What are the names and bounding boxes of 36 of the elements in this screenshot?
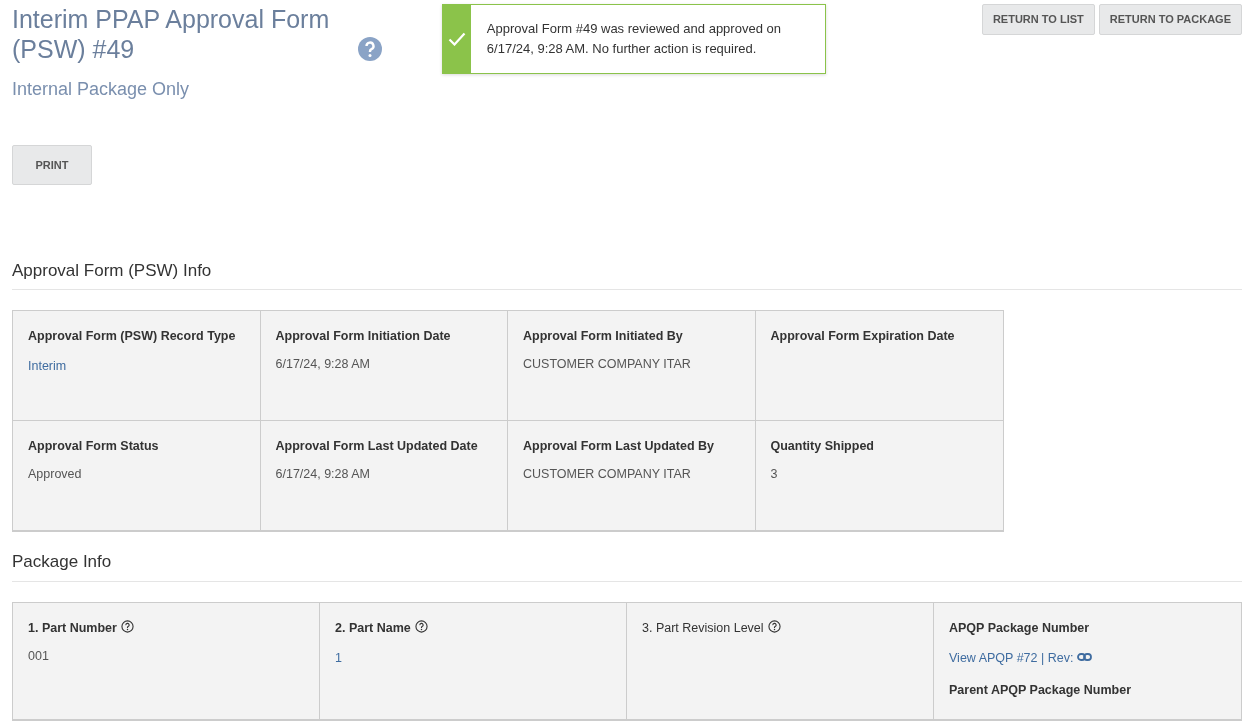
notification-message: Approval Form #49 was reviewed and approved on 6/17/24, 9:28 AM. No further action is required. [485, 20, 782, 59]
help-icon[interactable] [414, 619, 428, 633]
field-value: 3 [770, 466, 779, 484]
field-label: APQP Package Number [949, 620, 1090, 635]
field-label: Approval Form (PSW) Record Type [28, 329, 236, 344]
nav-button[interactable]: RETURN TO LIST [981, 4, 1095, 35]
field-link[interactable]: 1 [335, 648, 342, 668]
page-title: Interim PPAP Approval Form (PSW) #49 [12, 4, 331, 64]
field-label: Approval Form Status [28, 439, 159, 454]
field-label: 1. Part Number [28, 620, 117, 635]
field-value: CUSTOMER COMPANY ITAR [523, 466, 692, 484]
field-value: 001 [28, 647, 50, 665]
field-link[interactable]: Interim [28, 357, 67, 376]
field-value: 6/17/24, 9:28 AM [275, 466, 371, 484]
field-label: 3. Part Revision Level [642, 620, 764, 635]
field-label: Quantity Shipped [770, 439, 874, 454]
section-title: Approval Form (PSW) Info [12, 261, 1242, 291]
section-title: Package Info [12, 552, 1242, 582]
field-label: 2. Part Name [335, 620, 411, 635]
field-value: CUSTOMER COMPANY ITAR [523, 356, 692, 374]
help-icon[interactable] [767, 619, 781, 633]
nav-button[interactable]: RETURN TO PACKAGE [1098, 4, 1242, 35]
field-label: Approval Form Initiated By [523, 329, 683, 344]
field-value: Approved [28, 466, 83, 484]
field-label: Approval Form Last Updated By [523, 439, 714, 454]
field-label: Approval Form Last Updated Date [275, 439, 478, 454]
page-subtitle: Internal Package Only [12, 79, 190, 99]
print-button[interactable]: PRINT [12, 145, 92, 185]
checkmark-icon [447, 32, 466, 47]
field-value: 6/17/24, 9:28 AM [275, 356, 371, 374]
field-label: Parent APQP Package Number [949, 683, 1132, 698]
field-label: Approval Form Initiation Date [275, 329, 451, 344]
help-icon[interactable] [120, 619, 134, 633]
link-icon[interactable] [1077, 651, 1093, 662]
field-label: Approval Form Expiration Date [770, 329, 955, 344]
field-link[interactable]: View APQP #72 | Rev: [949, 648, 1093, 668]
